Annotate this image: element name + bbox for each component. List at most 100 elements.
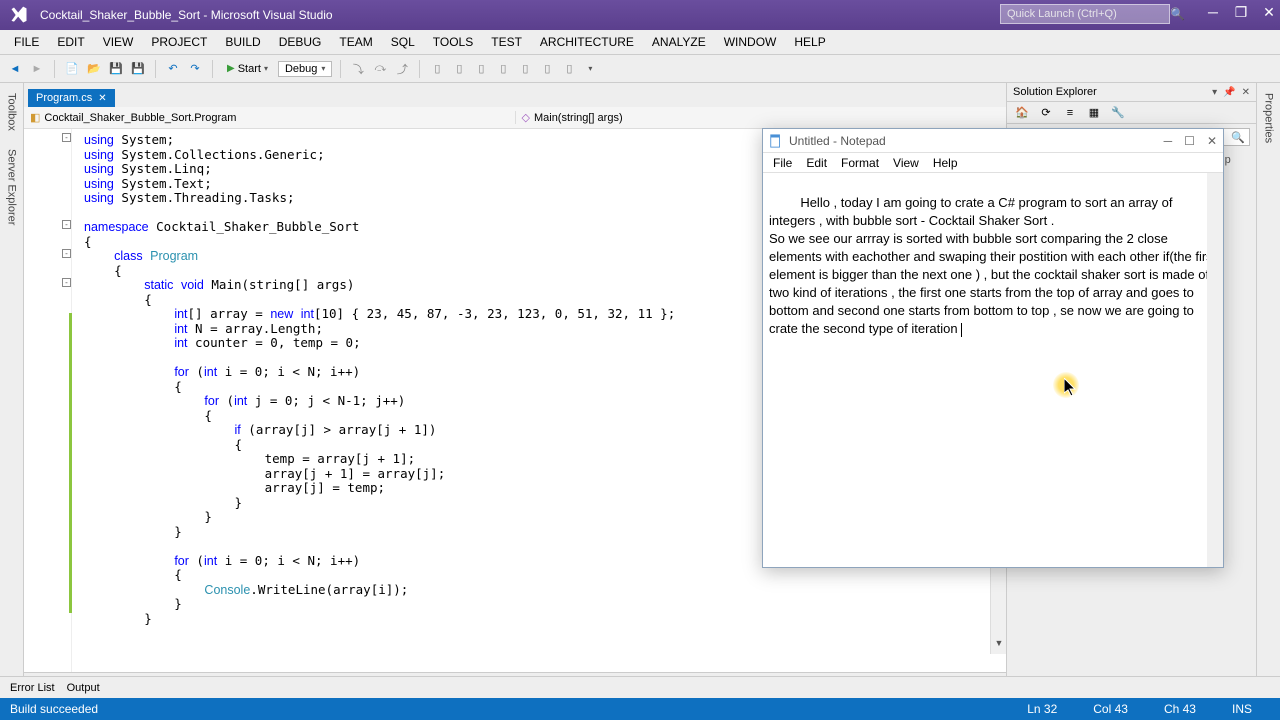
- class-icon: ◧: [30, 111, 40, 124]
- fold-icon[interactable]: -: [62, 278, 71, 287]
- status-ins: INS: [1232, 702, 1252, 716]
- step-over-icon[interactable]: ⤼: [371, 60, 389, 78]
- member-dropdown[interactable]: ◇ Main(string[] args): [516, 111, 1007, 124]
- build-config-dropdown[interactable]: Debug ▾: [278, 61, 332, 77]
- notepad-titlebar[interactable]: Untitled - Notepad ─ ☐ ✕: [763, 129, 1223, 153]
- document-tabs: Program.cs ✕: [24, 83, 1006, 107]
- search-icon[interactable]: 🔍: [1170, 7, 1185, 21]
- np-menu-help[interactable]: Help: [927, 154, 964, 172]
- misc1-icon[interactable]: ▯: [516, 60, 534, 78]
- status-col: Col 43: [1093, 702, 1128, 716]
- se-close-icon[interactable]: ✕: [1242, 87, 1250, 98]
- menu-architecture[interactable]: ARCHITECTURE: [532, 32, 642, 52]
- pin-icon[interactable]: 📌: [1223, 87, 1235, 98]
- step-into-icon[interactable]: ⤵: [349, 60, 367, 78]
- vs-logo-icon: [8, 4, 30, 26]
- right-tool-wells: Properties: [1256, 83, 1280, 690]
- main-menu: FILEEDITVIEWPROJECTBUILDDEBUGTEAMSQLTOOL…: [0, 30, 1280, 55]
- main-toolbar: ◄ ► 📄 📂 💾 💾 ↶ ↷ ▶ Start ▾ Debug ▾ ⤵ ⤼ ⤴ …: [0, 55, 1280, 83]
- np-close-button[interactable]: ✕: [1207, 134, 1217, 148]
- save-icon[interactable]: 💾: [107, 60, 125, 78]
- start-label: Start: [238, 63, 261, 75]
- new-project-icon[interactable]: 📄: [63, 60, 81, 78]
- notepad-menu: FileEditFormatViewHelp: [763, 153, 1223, 173]
- minimize-button[interactable]: ─: [1206, 4, 1220, 18]
- change-indicator: [69, 313, 72, 613]
- outline-gutter[interactable]: - - - -: [24, 129, 72, 672]
- menu-debug[interactable]: DEBUG: [271, 32, 330, 52]
- menu-team[interactable]: TEAM: [331, 32, 380, 52]
- quick-launch-input[interactable]: Quick Launch (Ctrl+Q): [1000, 4, 1170, 24]
- menu-tools[interactable]: TOOLS: [425, 32, 481, 52]
- status-ch: Ch 43: [1164, 702, 1196, 716]
- server-explorer-tab[interactable]: Server Explorer: [4, 145, 20, 229]
- fold-icon[interactable]: -: [62, 249, 71, 258]
- build-status: Build succeeded: [10, 702, 98, 716]
- step-out-icon[interactable]: ⤴: [393, 60, 411, 78]
- properties-icon[interactable]: 🔧: [1109, 104, 1127, 122]
- save-all-icon[interactable]: 💾: [129, 60, 147, 78]
- np-menu-file[interactable]: File: [767, 154, 798, 172]
- np-menu-view[interactable]: View: [887, 154, 925, 172]
- fold-icon[interactable]: -: [62, 220, 71, 229]
- navigation-bar: ◧ Cocktail_Shaker_Bubble_Sort.Program ◇ …: [24, 107, 1006, 129]
- uncomment-icon[interactable]: ▯: [450, 60, 468, 78]
- tab-program-cs[interactable]: Program.cs ✕: [28, 89, 115, 107]
- undo-icon[interactable]: ↶: [164, 60, 182, 78]
- menu-analyze[interactable]: ANALYZE: [644, 32, 714, 52]
- title-bar: Cocktail_Shaker_Bubble_Sort - Microsoft …: [0, 0, 1280, 30]
- bookmark-icon[interactable]: ▯: [472, 60, 490, 78]
- se-dropdown-icon[interactable]: ▾: [1212, 87, 1217, 98]
- toggle-icon[interactable]: ▯: [494, 60, 512, 78]
- menu-window[interactable]: WINDOW: [716, 32, 785, 52]
- maximize-button[interactable]: ❐: [1234, 4, 1248, 18]
- menu-file[interactable]: FILE: [6, 32, 47, 52]
- properties-tab[interactable]: Properties: [1261, 89, 1277, 147]
- status-line: Ln 32: [1027, 702, 1057, 716]
- open-icon[interactable]: 📂: [85, 60, 103, 78]
- bottom-tool-tabs: Error List Output: [0, 676, 1280, 698]
- menu-sql[interactable]: SQL: [383, 32, 423, 52]
- close-button[interactable]: ✕: [1262, 4, 1276, 18]
- fold-icon[interactable]: -: [62, 133, 71, 142]
- error-list-tab[interactable]: Error List: [10, 682, 55, 694]
- home-icon[interactable]: 🏠: [1013, 104, 1031, 122]
- menu-build[interactable]: BUILD: [217, 32, 268, 52]
- np-menu-edit[interactable]: Edit: [800, 154, 833, 172]
- method-icon: ◇: [522, 111, 530, 124]
- output-tab[interactable]: Output: [67, 682, 100, 694]
- showall-icon[interactable]: ▦: [1085, 104, 1103, 122]
- refresh-icon[interactable]: ⟳: [1037, 104, 1055, 122]
- np-minimize-button[interactable]: ─: [1164, 134, 1173, 148]
- menu-view[interactable]: VIEW: [95, 32, 142, 52]
- scroll-down-icon[interactable]: ▼: [991, 638, 1006, 654]
- notepad-window[interactable]: Untitled - Notepad ─ ☐ ✕ FileEditFormatV…: [762, 128, 1224, 568]
- collapse-icon[interactable]: ≡: [1061, 104, 1079, 122]
- solution-explorer-toolbar: 🏠 ⟳ ≡ ▦ 🔧: [1007, 102, 1256, 124]
- menu-project[interactable]: PROJECT: [143, 32, 215, 52]
- left-tool-wells: Toolbox Server Explorer: [0, 83, 24, 690]
- search-icon[interactable]: 🔍: [1231, 131, 1245, 144]
- toolbox-tab[interactable]: Toolbox: [4, 89, 20, 135]
- nav-back-icon[interactable]: ◄: [6, 60, 24, 78]
- quick-launch-placeholder: Quick Launch (Ctrl+Q): [1007, 8, 1117, 20]
- np-maximize-button[interactable]: ☐: [1184, 134, 1195, 148]
- start-debug-button[interactable]: ▶ Start ▾: [221, 61, 274, 77]
- nav-fwd-icon: ►: [28, 60, 46, 78]
- np-menu-format[interactable]: Format: [835, 154, 885, 172]
- menu-help[interactable]: HELP: [786, 32, 833, 52]
- play-icon: ▶: [227, 63, 235, 74]
- notepad-scrollbar[interactable]: [1207, 173, 1223, 567]
- misc3-icon[interactable]: ▯: [560, 60, 578, 78]
- toolbar-overflow-icon[interactable]: ▾: [588, 64, 592, 73]
- comment-icon[interactable]: ▯: [428, 60, 446, 78]
- menu-edit[interactable]: EDIT: [49, 32, 92, 52]
- close-tab-icon[interactable]: ✕: [98, 93, 106, 104]
- menu-test[interactable]: TEST: [483, 32, 530, 52]
- solution-explorer-title: Solution Explorer ▾ 📌 ✕: [1007, 83, 1256, 102]
- misc2-icon[interactable]: ▯: [538, 60, 556, 78]
- type-dropdown[interactable]: ◧ Cocktail_Shaker_Bubble_Sort.Program: [24, 111, 516, 124]
- text-caret: [961, 323, 962, 337]
- notepad-text-area[interactable]: Hello , today I am going to crate a C# p…: [763, 173, 1223, 567]
- redo-icon[interactable]: ↷: [186, 60, 204, 78]
